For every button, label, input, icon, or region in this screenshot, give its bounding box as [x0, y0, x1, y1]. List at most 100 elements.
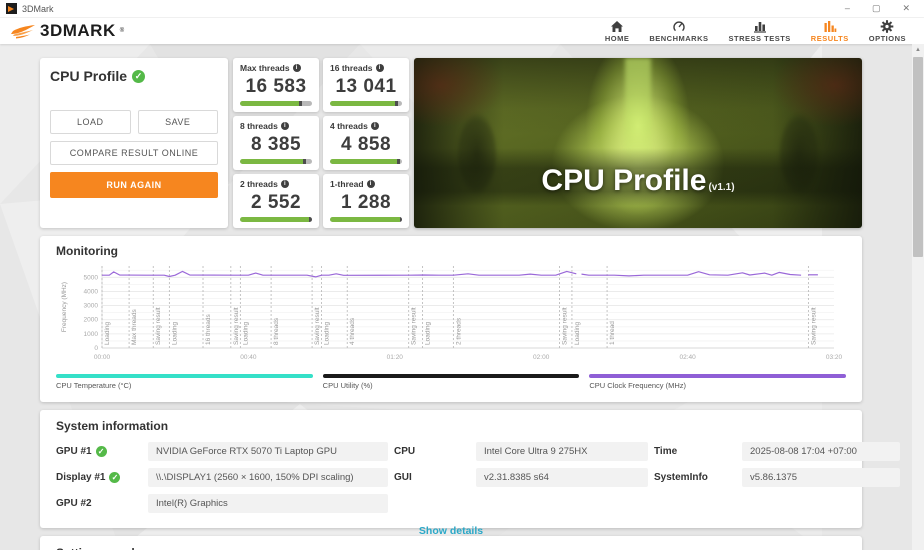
- svg-text:02:00: 02:00: [533, 354, 550, 361]
- svg-text:Loading: Loading: [242, 321, 249, 345]
- vertical-scrollbar[interactable]: ▲: [912, 44, 924, 550]
- score-card-16-threads: 16 threads i 13 041: [323, 58, 409, 112]
- monitoring-title: Monitoring: [56, 244, 118, 258]
- score-card-8-threads: 8 threads i 8 385: [233, 116, 319, 170]
- chart-legend: CPU Temperature (°C) CPU Utility (%) CPU…: [56, 374, 847, 390]
- gpu1-check-icon: ✓: [95, 446, 107, 457]
- monitoring-panel: Monitoring 0 1000 2000 3000 4000 5000 Frequenc…: [40, 236, 862, 402]
- svg-text:2 threads: 2 threads: [455, 317, 462, 345]
- score-card-2-threads: 2 threads i 2 552: [233, 174, 319, 228]
- score-distribution-bar: [330, 159, 402, 164]
- svg-text:Saving result: Saving result: [314, 307, 321, 345]
- minimize-button[interactable]: –: [845, 4, 850, 13]
- svg-text:00:00: 00:00: [94, 354, 111, 361]
- gpu2-label: GPU #2: [56, 498, 92, 509]
- score-value: 8 385: [250, 134, 302, 155]
- gpu1-label: GPU #1 ✓: [56, 446, 142, 457]
- legend-cpu-utility[interactable]: CPU Utility (%): [322, 374, 580, 390]
- display1-value: \\.\DISPLAY1 (2560 × 1600, 150% DPI scal…: [148, 468, 388, 487]
- nav-stress-tests[interactable]: STRESS TESTS: [729, 20, 791, 43]
- info-icon[interactable]: i: [280, 180, 289, 188]
- svg-text:5000: 5000: [84, 274, 99, 281]
- svg-text:1 thread: 1 thread: [609, 321, 616, 345]
- time-label: Time: [654, 446, 678, 457]
- legend-swatch-purple: [589, 374, 847, 378]
- result-summary-panel: CPU Profile ✓ LOAD SAVE COMPARE RESULT O…: [40, 58, 228, 228]
- gui-label: GUI: [394, 472, 412, 483]
- cpu-value: Intel Core Ultra 9 275HX: [476, 442, 648, 461]
- system-information-title: System information: [56, 419, 169, 433]
- score-value: 1 288: [340, 192, 392, 213]
- scroll-up-arrow[interactable]: ▲: [912, 44, 924, 56]
- svg-text:4 threads: 4 threads: [349, 317, 356, 345]
- systeminfo-value: v5.86.1375: [742, 468, 900, 487]
- valid-result-check-icon: ✓: [132, 69, 146, 83]
- settings-used-title: Settings used: [56, 546, 846, 550]
- maximize-button[interactable]: ▢: [872, 4, 881, 13]
- score-distribution-bar: [240, 159, 312, 164]
- time-value: 2025-08-08 17:04 +07:00: [742, 442, 900, 461]
- app-icon: [6, 3, 17, 14]
- cpu-label: CPU: [394, 446, 416, 457]
- info-icon[interactable]: i: [366, 180, 375, 188]
- svg-text:03:20: 03:20: [826, 354, 843, 361]
- svg-text:02:40: 02:40: [679, 354, 696, 361]
- legend-cpu-temperature[interactable]: CPU Temperature (°C): [56, 374, 313, 390]
- nav-home[interactable]: HOME: [605, 20, 630, 43]
- benchmark-hero-image: CPU Profile (v1.1): [414, 58, 862, 228]
- score-card-1-thread: 1-thread i 1 288: [323, 174, 409, 228]
- gauge-icon: [673, 20, 685, 31]
- close-button[interactable]: ✕: [902, 4, 910, 13]
- svg-text:Loading: Loading: [104, 321, 111, 345]
- info-icon[interactable]: i: [292, 64, 301, 72]
- titlebar: 3DMark – ▢ ✕: [0, 0, 924, 18]
- svg-text:8 threads: 8 threads: [273, 317, 280, 345]
- nav-benchmarks[interactable]: BENCHMARKS: [649, 20, 708, 43]
- window-title: 3DMark: [22, 3, 54, 14]
- logo-text: 3DMARK: [40, 21, 116, 40]
- svg-text:Saving result: Saving result: [562, 307, 569, 345]
- svg-text:01:20: 01:20: [387, 354, 404, 361]
- system-information-panel: System information GPU #1 ✓ NVIDIA GeFor…: [40, 410, 900, 537]
- svg-text:Saving result: Saving result: [233, 307, 240, 345]
- scrollbar-thumb[interactable]: [913, 57, 923, 257]
- info-icon[interactable]: i: [370, 122, 379, 130]
- nav-results[interactable]: RESULTS: [811, 20, 849, 43]
- results-bars-icon: [824, 20, 837, 32]
- svg-text:3000: 3000: [84, 303, 99, 310]
- systeminfo-label: SystemInfo: [654, 472, 708, 483]
- hero-version: (v1.1): [708, 182, 735, 193]
- svg-text:Saving result: Saving result: [411, 307, 418, 345]
- score-card-4-threads: 4 threads i 4 858: [323, 116, 409, 170]
- nav-options[interactable]: OPTIONS: [869, 19, 906, 43]
- compare-result-online-button[interactable]: COMPARE RESULT ONLINE: [50, 141, 218, 165]
- legend-swatch-black: [322, 374, 580, 378]
- score-card-max-threads: Max threads i 16 583: [233, 58, 319, 112]
- score-value: 2 552: [250, 192, 302, 213]
- score-distribution-bar: [240, 101, 312, 106]
- score-distribution-bar: [240, 217, 312, 222]
- save-button[interactable]: SAVE: [137, 110, 218, 134]
- legend-cpu-clock-frequency[interactable]: CPU Clock Frequency (MHz): [589, 374, 847, 390]
- app-header: 3DMARK ® HOME BENCHMARKS STRESS TESTS RE…: [0, 18, 924, 44]
- monitoring-chart: 0 1000 2000 3000 4000 5000 Frequency (MHz) Load…: [61, 266, 843, 361]
- svg-text:Loading: Loading: [171, 321, 178, 345]
- hero-title: CPU Profile: [541, 164, 707, 197]
- info-icon[interactable]: i: [280, 122, 289, 130]
- svg-text:Saving result: Saving result: [810, 307, 817, 345]
- score-grid: Max threads i 16 583 16 threads i 13 041: [233, 58, 409, 228]
- gpu2-value: Intel(R) Graphics: [148, 494, 388, 513]
- svg-text:Loading: Loading: [425, 321, 432, 345]
- svg-text:Loading: Loading: [574, 321, 581, 345]
- score-value: 16 583: [245, 76, 307, 97]
- gui-value: v2.31.8385 s64: [476, 468, 648, 487]
- gear-icon: [881, 19, 894, 33]
- svg-text:Max threads: Max threads: [131, 308, 138, 345]
- run-again-button[interactable]: RUN AGAIN: [50, 172, 218, 198]
- display1-check-icon: ✓: [109, 472, 121, 483]
- info-icon[interactable]: i: [375, 64, 384, 72]
- app-window: 3DMark – ▢ ✕ 3DMARK ® HOME BENCHMARKS ST…: [0, 0, 924, 550]
- load-button[interactable]: LOAD: [50, 110, 131, 134]
- 3dmark-logo: 3DMARK ®: [10, 21, 124, 41]
- logo-registered-mark: ®: [119, 28, 125, 34]
